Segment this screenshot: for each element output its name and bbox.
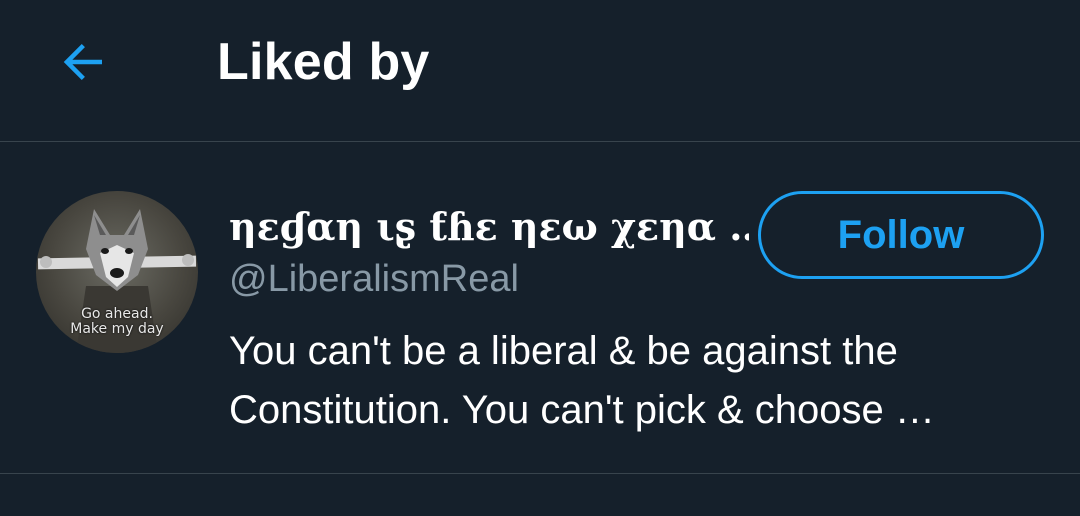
back-button[interactable] — [44, 22, 124, 102]
user-bio-line-2: Constitution. You can't pick & choose … — [229, 388, 935, 432]
top-app-bar: Liked by — [0, 0, 1080, 142]
arrow-left-icon — [63, 44, 102, 80]
avatar-caption-line1: Go ahead. — [81, 306, 153, 322]
avatar-caption-line2: Make my day — [70, 321, 164, 337]
user-handle: @LiberalismReal — [229, 258, 519, 300]
follow-button[interactable]: Follow — [758, 191, 1044, 279]
liked-by-screen: Liked by Go ahead. Make my day ηεɠαη ιʂ … — [0, 0, 1080, 516]
user-list-item[interactable]: Go ahead. Make my day ηεɠαη ιʂ ƭɦε ηεω χ… — [0, 142, 1080, 474]
user-display-name[interactable]: ηεɠαη ιʂ ƭɦε ηεω χεηα … — [229, 204, 749, 250]
page-title: Liked by — [217, 33, 430, 91]
avatar[interactable]: Go ahead. Make my day — [36, 191, 198, 353]
user-bio-line-1: You can't be a liberal & be against the — [229, 329, 898, 373]
